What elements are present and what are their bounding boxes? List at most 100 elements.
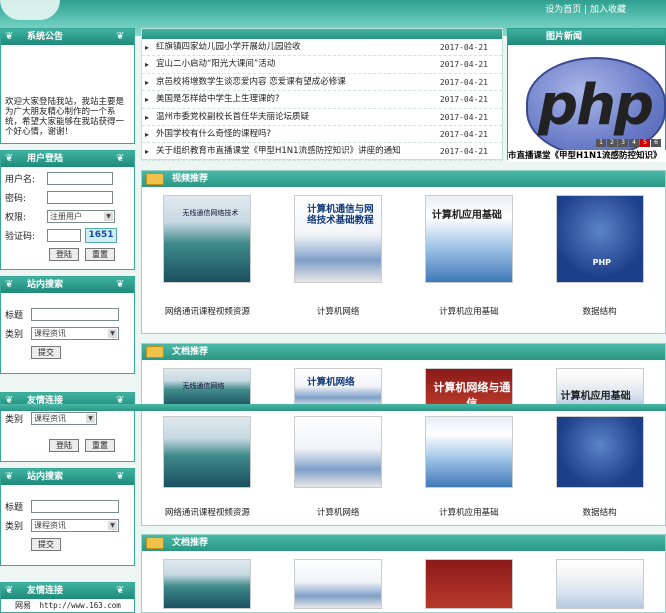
news-item[interactable]: 关于组织教育市直播课堂《甲型H1N1流感防控知识》讲座的通知 2017-04-21 (142, 143, 502, 161)
doc-cover[interactable]: 无线通信网络 (163, 368, 252, 408)
book-name[interactable]: 计算机网络 (278, 506, 398, 518)
folder-icon (146, 537, 164, 549)
captcha-input[interactable] (47, 229, 81, 242)
book-item[interactable]: PHP 数据结构 (540, 195, 660, 317)
book-cover[interactable]: 计算机应用基础 (424, 195, 513, 283)
news-title[interactable]: 温州市委党校副校长首任华夫丽论坛质疑 (156, 112, 309, 122)
pager-dot[interactable]: 3 (618, 139, 628, 147)
news-item[interactable]: 宜山二小启动“阳光大课间”活动 2017-04-21 (142, 56, 502, 74)
video-section-duplicate: 网络通讯课程视频资源 计算机网络 计算机应用基础 数据结构 (141, 412, 666, 526)
cover-text: PHP (592, 258, 612, 267)
news-item[interactable]: 京邑校将增数学生谈恋爱内容 恋爱课有望成必修课 2017-04-21 (142, 74, 502, 92)
search-title-label-2: 标题 (5, 503, 24, 513)
search-panel-2: ❦ 站内搜索 ❦ 标题 类别 课程资讯 提交 (0, 468, 135, 566)
folder-icon (146, 346, 164, 358)
book-item[interactable]: 计算机通信与网络技术基础教程 计算机网络 (278, 195, 398, 317)
news-item[interactable]: 美国是怎样给中学生上生理课的? 2017-04-21 (142, 91, 502, 109)
book-item[interactable]: 无线通信网络技术 网络通讯课程视频资源 (147, 195, 267, 317)
links-panel-2: ❦ 友情连接 ❦ 网易 http://www.163.com (0, 582, 135, 613)
news-item[interactable]: 温州市委党校副校长首任华夫丽论坛质疑 2017-04-21 (142, 109, 502, 126)
doc-cover[interactable]: 计算机网络 (294, 368, 383, 408)
doc-cover[interactable]: 计算机应用基础 (555, 368, 644, 408)
search-category-select-2[interactable]: 课程资讯 (31, 519, 119, 532)
book-name[interactable]: 数据结构 (540, 305, 660, 317)
dup-reset-button[interactable]: 重置 (85, 439, 115, 452)
leaf-icon: ❦ (5, 585, 14, 596)
links-category-select[interactable]: 课程资讯 (31, 412, 97, 425)
role-select[interactable]: 注册用户 (47, 210, 115, 223)
news-date: 2017-04-21 (439, 95, 488, 105)
news-date: 2017-04-21 (439, 112, 488, 122)
pager-dot[interactable]: 2 (607, 139, 617, 147)
pager-dot[interactable]: 5 (640, 139, 650, 147)
reset-button[interactable]: 重置 (85, 248, 115, 261)
book-item[interactable]: 计算机应用基础 (409, 416, 529, 518)
link-item[interactable]: 网易 http://www.163.com (1, 599, 134, 612)
login-header: ❦ 用户登陆 ❦ (1, 151, 134, 167)
search-submit-button[interactable]: 提交 (31, 346, 61, 359)
doc-cover[interactable] (424, 559, 513, 609)
search-submit-button-2[interactable]: 提交 (31, 538, 61, 551)
book-cover[interactable]: PHP (555, 195, 644, 283)
book-name[interactable]: 网络通讯课程视频资源 (147, 305, 267, 317)
php-logo-text: php (538, 73, 654, 138)
search-category-label-2: 类别 (5, 522, 24, 532)
book-item[interactable]: 计算机网络 (278, 416, 398, 518)
news-item[interactable]: 外国学校有什么奇怪的课程吗? 2017-04-21 (142, 126, 502, 144)
news-title[interactable]: 京邑校将增数学生谈恋爱内容 恋爱课有望成必修课 (156, 77, 346, 87)
search-title-input[interactable] (31, 308, 119, 321)
pager-dot[interactable]: 4 (629, 139, 639, 147)
captcha-image[interactable]: 1651 (85, 228, 117, 243)
book-item[interactable]: 网络通讯课程视频资源 (147, 416, 267, 518)
doc-cover[interactable] (555, 559, 644, 609)
image-pager: 123456 (596, 139, 661, 147)
cover-text: 无线通信网络技术 (182, 209, 239, 217)
book-name[interactable]: 数据结构 (540, 506, 660, 518)
username-input[interactable] (47, 172, 113, 185)
password-input[interactable] (47, 191, 113, 204)
video-section: 视频推荐 无线通信网络技术 网络通讯课程视频资源 计算机通信与网络技术基础教程 … (141, 170, 666, 334)
book-cover[interactable] (555, 416, 644, 488)
pager-dot[interactable]: 1 (596, 139, 606, 147)
leaf-icon: ❦ (116, 471, 125, 482)
book-name[interactable]: 计算机网络 (278, 305, 398, 317)
search-category-select[interactable]: 课程资讯 (31, 327, 119, 340)
link-site-label: 网易 (15, 601, 31, 610)
search-header: ❦ 站内搜索 ❦ (1, 277, 134, 293)
top-links[interactable]: 设为首页 | 加入收藏 (545, 2, 626, 15)
video-section-header: 视频推荐 (142, 171, 665, 187)
news-date: 2017-04-21 (439, 129, 488, 139)
news-title[interactable]: 宜山二小启动“阳光大课间”活动 (156, 59, 275, 69)
book-name[interactable]: 网络通讯课程视频资源 (147, 506, 267, 518)
doc-cover[interactable]: 计算机网络与通信 (424, 368, 513, 408)
book-item[interactable]: 计算机应用基础 计算机应用基础 (409, 195, 529, 317)
dup-login-button[interactable]: 登陆 (49, 439, 79, 452)
news-header (142, 29, 502, 39)
news-item[interactable]: 红旗镇四家幼儿园小学开展幼儿园验收 2017-04-21 (142, 39, 502, 57)
image-news-caption[interactable]: 市直播课堂《甲型H1N1流感防控知识》 (508, 150, 666, 162)
news-title[interactable]: 外国学校有什么奇怪的课程吗? (156, 129, 271, 139)
role-label: 权限: (5, 213, 27, 223)
leaf-icon: ❦ (116, 279, 125, 290)
folder-icon (146, 173, 164, 185)
news-title[interactable]: 美国是怎样给中学生上生理课的? (156, 94, 280, 104)
book-cover[interactable] (294, 416, 383, 488)
doc-cover[interactable] (294, 559, 383, 609)
doc-section-header: 文档推荐 (142, 344, 665, 360)
pager-dot[interactable]: 6 (651, 139, 661, 147)
book-cover[interactable]: 无线通信网络技术 (163, 195, 252, 283)
book-name[interactable]: 计算机应用基础 (409, 305, 529, 317)
login-button[interactable]: 登陆 (49, 248, 79, 261)
news-title[interactable]: 红旗镇四家幼儿园小学开展幼儿园验收 (156, 42, 301, 52)
book-item[interactable]: 数据结构 (540, 416, 660, 518)
leaf-icon: ❦ (5, 279, 14, 290)
book-cover[interactable]: 计算机通信与网络技术基础教程 (294, 195, 383, 283)
link-url[interactable]: http://www.163.com (40, 601, 121, 610)
username-label: 用户名: (5, 175, 36, 185)
search-title-input-2[interactable] (31, 500, 119, 513)
book-name[interactable]: 计算机应用基础 (409, 506, 529, 518)
news-title[interactable]: 关于组织教育市直播课堂《甲型H1N1流感防控知识》讲座的通知 (156, 146, 401, 156)
book-cover[interactable] (163, 416, 252, 488)
book-cover[interactable] (424, 416, 513, 488)
doc-cover[interactable] (163, 559, 252, 609)
